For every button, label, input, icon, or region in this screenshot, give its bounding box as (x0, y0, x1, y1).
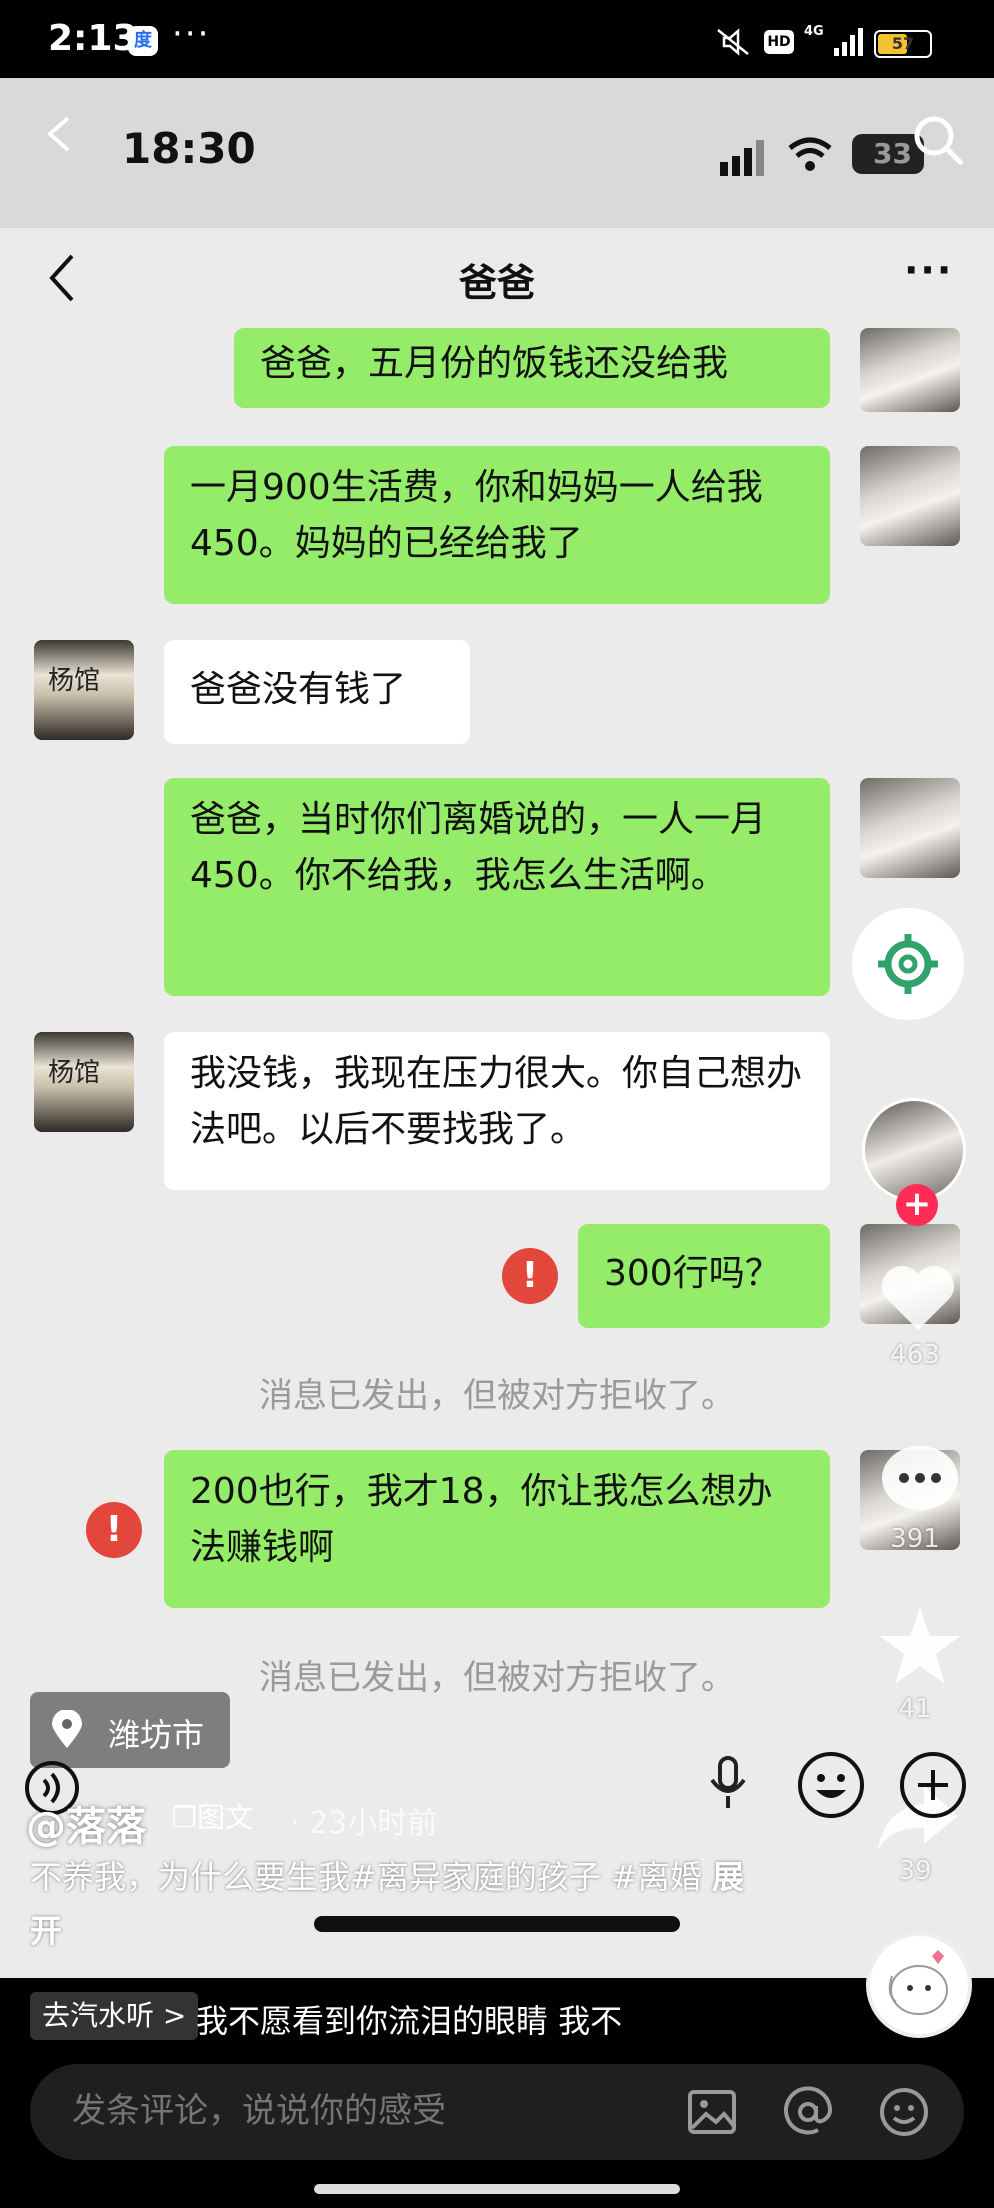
settings-button[interactable] (852, 908, 964, 1020)
location-text: 潍坊市 (108, 1716, 205, 1754)
dad-avatar: 杨馆 (34, 1032, 134, 1132)
post-time: · 23小时前 (290, 1806, 438, 1841)
mute-icon (717, 28, 749, 56)
chat-more-icon: ··· (904, 248, 954, 292)
inner-signal-icon (720, 140, 764, 176)
battery-icon: 57 (874, 30, 932, 58)
puppy-sticker-icon (888, 1950, 948, 2015)
like-count: 463 (890, 1340, 940, 1370)
status-bar: 2:13 度 ··· HD 4G 57 (0, 0, 994, 78)
comment-input[interactable] (70, 2090, 634, 2132)
battery-percent: 57 (891, 34, 915, 53)
music-bar[interactable]: 去汽水听 > 我不愿看到你流泪的眼睛 我不 (0, 1978, 994, 2056)
signal-icon (834, 28, 863, 56)
send-failed-icon: ! (86, 1502, 142, 1558)
comment-count: 391 (890, 1524, 940, 1554)
mention-icon[interactable] (782, 2086, 834, 2138)
music-title: 我不愿看到你流泪的眼睛 我不 (196, 2002, 623, 2040)
message-bubble: 爸爸没有钱了 (164, 640, 470, 744)
inner-status-time: 18:30 (122, 124, 256, 173)
caption-text: 不养我，为什么要生我#离异家庭的孩子 #离婚 (30, 1858, 702, 1896)
microphone-icon (710, 1756, 746, 1808)
location-pin-icon (52, 1710, 82, 1748)
home-indicator[interactable] (314, 2184, 680, 2194)
author-name[interactable]: @落落 (26, 1794, 146, 1852)
music-disc-avatar[interactable] (866, 1932, 972, 2038)
favorite-star-icon[interactable] (878, 1606, 962, 1686)
status-time: 2:13 (48, 18, 138, 59)
image-picker-icon[interactable] (686, 2086, 738, 2138)
gallery-icon: ❐ (172, 1801, 198, 1834)
inner-status-bar: 18:30 33 (0, 78, 994, 228)
message-bubble: 一月900生活费，你和妈妈一人给我450。妈妈的已经给我了 (164, 446, 830, 604)
plus-icon (900, 1752, 966, 1818)
search-icon[interactable] (910, 112, 966, 168)
message-bubble: 爸爸，当时你们离婚说的，一人一月450。你不给我，我怎么生活啊。 (164, 778, 830, 996)
message-bubble: 200也行，我才18，你让我怎么想办法赚钱啊 (164, 1450, 830, 1608)
comment-bubble-icon[interactable] (880, 1444, 960, 1518)
favorite-count: 41 (898, 1694, 932, 1724)
emoji-icon (798, 1752, 864, 1818)
send-failed-icon: ! (502, 1248, 558, 1304)
message-bubble: 我没钱，我现在压力很大。你自己想办法吧。以后不要找我了。 (164, 1032, 830, 1190)
post-type-badge: ❐图文 (172, 1796, 253, 1836)
dad-avatar: 杨馆 (34, 640, 134, 740)
comment-bar (0, 2056, 994, 2208)
my-avatar (860, 446, 960, 546)
baidu-app-icon: 度 (128, 26, 158, 56)
comment-box[interactable] (30, 2064, 964, 2160)
hd-badge: HD (764, 30, 794, 54)
message-bubble: 爸爸，五月份的饭钱还没给我 (234, 328, 830, 408)
rejected-notice: 消息已发出，但被对方拒收了。 (259, 1376, 735, 1416)
share-count: 39 (898, 1856, 932, 1886)
image-progress-bar[interactable] (314, 1916, 680, 1932)
like-heart-icon[interactable] (878, 1262, 958, 1334)
gear-icon (878, 934, 938, 994)
back-arrow-icon[interactable] (44, 114, 74, 154)
follow-button[interactable]: + (896, 1184, 938, 1226)
location-tag[interactable]: 潍坊市 (30, 1692, 230, 1768)
post-image[interactable]: 18:30 33 爸爸 ··· 爸爸，五月份的饭钱还没给我 一月900生活费，你… (0, 78, 994, 1978)
post-caption: 不养我，为什么要生我#离异家庭的孩子 #离婚 展开 (30, 1850, 750, 1958)
dad-avatar-calligraphy: 杨馆 (48, 1058, 101, 1088)
network-type: 4G (804, 24, 824, 39)
my-avatar (860, 328, 960, 412)
chat-header: 爸爸 ··· (0, 228, 994, 328)
more-notifications-icon: ··· (172, 14, 211, 54)
dad-avatar-calligraphy: 杨馆 (48, 666, 101, 696)
post-type-label: 图文 (197, 1801, 254, 1834)
my-avatar (860, 778, 960, 878)
chat-title: 爸爸 (458, 261, 535, 305)
wifi-icon (788, 137, 832, 171)
message-bubble: 300行吗？ (578, 1224, 830, 1328)
emoji-picker-icon[interactable] (878, 2086, 930, 2138)
open-music-app-button[interactable]: 去汽水听 > (30, 1992, 199, 2040)
